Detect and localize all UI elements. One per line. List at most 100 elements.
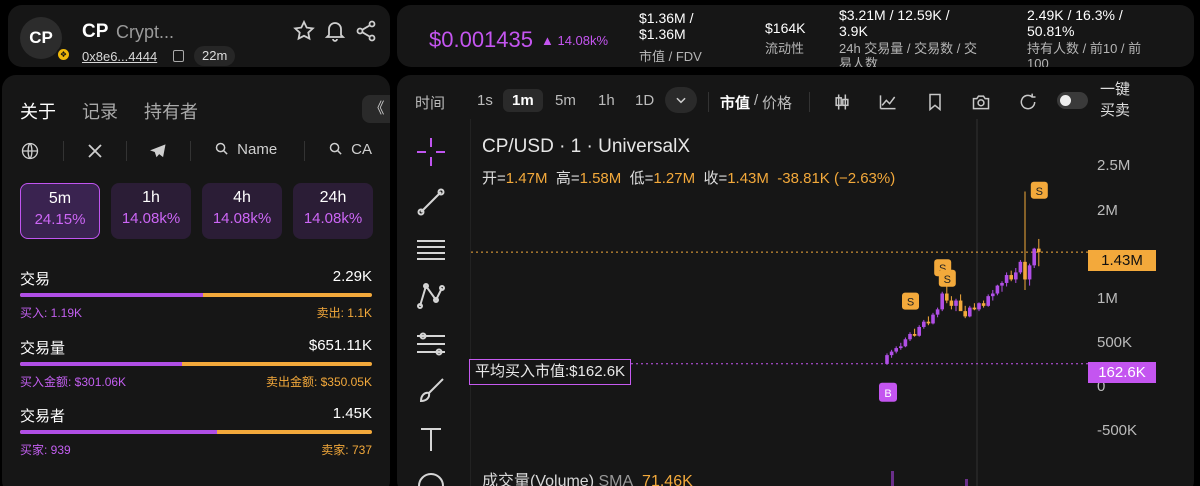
timeframe-5m[interactable]: 5m 24.15% — [20, 183, 100, 239]
liquidity-label: 流动性 — [765, 41, 805, 56]
star-icon[interactable] — [292, 19, 316, 43]
fdv-value: $1.36M — [639, 26, 686, 42]
y-tick: 2.5M — [1097, 157, 1131, 174]
text-tool-icon[interactable] — [415, 423, 447, 455]
candle-body — [995, 285, 1000, 294]
y-tick: 500K — [1097, 334, 1133, 351]
liquidity-value: $164K — [765, 20, 806, 36]
candle-body — [986, 296, 990, 306]
mcap-label: 市值 / FDV — [639, 49, 702, 64]
candle-body — [926, 321, 931, 324]
tab-about[interactable]: 关于 — [20, 98, 56, 124]
candle-body — [1014, 272, 1018, 280]
contract-address-link[interactable]: 0x8e6...4444 — [82, 49, 157, 64]
candle-body — [981, 303, 986, 306]
chart-panel: 时间 1s 1m 5m 1h 1D 市值 / 价格 一键买卖 CP/USD · … — [397, 75, 1194, 486]
candle-body — [977, 303, 981, 310]
timeframe-change: 24.15% — [34, 211, 86, 228]
refresh-icon[interactable] — [1018, 92, 1038, 112]
horizontal-lines-icon[interactable] — [415, 233, 447, 265]
candle-body — [949, 300, 954, 306]
bell-icon[interactable] — [323, 19, 347, 43]
tab-trades[interactable]: 记录 — [82, 98, 118, 124]
avg-buy-label: 平均买入市值:$162.6K — [469, 359, 632, 385]
candle-body — [945, 293, 949, 301]
candle-body — [1009, 275, 1013, 280]
candle-body — [1037, 248, 1041, 253]
candle-type-icon[interactable] — [832, 92, 852, 112]
timeframe-label: 24h — [319, 189, 347, 206]
current-price: $0.001435 — [429, 27, 533, 52]
token-header: CP ❖ CP Crypt... 0x8e6...4444 22m — [8, 5, 390, 67]
collapse-panel-button[interactable]: 《 — [362, 95, 390, 123]
globe-icon[interactable] — [20, 141, 40, 161]
mode-mcap-button[interactable]: 市值 — [720, 92, 750, 113]
divider — [304, 141, 305, 161]
timeframe-24h[interactable]: 24h 14.08k% — [293, 183, 373, 239]
timeframe-1h[interactable]: 1h 14.08k% — [111, 183, 191, 239]
tab-holders[interactable]: 持有者 — [144, 98, 198, 124]
pattern-icon[interactable] — [415, 280, 447, 312]
volume-bar — [891, 471, 894, 486]
candle-body — [963, 311, 967, 317]
volume-24h-label-2: 易人数 — [839, 56, 879, 67]
candlestick-plot[interactable]: BSSSS — [471, 119, 1194, 486]
volume-label: 交易量 — [20, 340, 66, 357]
trend-line-icon[interactable] — [415, 186, 447, 218]
search-name-button[interactable]: Name — [214, 141, 277, 158]
trades-sell: 卖出: 1.1K — [316, 306, 372, 320]
mcap-value: $1.36M / — [639, 10, 694, 26]
share-icon[interactable] — [354, 19, 378, 43]
telegram-icon[interactable] — [148, 141, 168, 161]
buy-ratio-fill — [20, 430, 218, 434]
volume-ratio-bar — [20, 362, 372, 366]
bookmark-icon[interactable] — [925, 92, 945, 112]
trades-ratio-bar — [20, 293, 372, 297]
volume-sma-value: 71.46K — [642, 473, 693, 486]
buy-marker-label: B — [884, 388, 891, 400]
chain-badge-icon: ❖ — [56, 47, 71, 62]
volume-sell: 卖出金额: $350.05K — [265, 375, 372, 389]
camera-icon[interactable] — [971, 92, 991, 112]
interval-1h[interactable]: 1h — [598, 92, 615, 109]
candle-body — [908, 334, 912, 340]
search-icon — [329, 142, 342, 155]
trades-label: 交易 — [20, 271, 51, 288]
brush-icon[interactable] — [415, 375, 447, 407]
indicators-icon[interactable] — [878, 92, 898, 112]
x-twitter-icon[interactable] — [86, 142, 104, 160]
mode-price-button[interactable]: 价格 — [762, 92, 792, 113]
search-ca-button[interactable]: CA — [328, 141, 372, 158]
interval-1s[interactable]: 1s — [477, 92, 493, 109]
buy-ratio-fill — [20, 362, 182, 366]
holders-value-2: 50.81% — [1027, 23, 1075, 39]
traders-buy: 买家: 939 — [20, 443, 71, 457]
emoji-icon[interactable] — [415, 470, 447, 486]
candle-body — [1000, 282, 1004, 286]
traders-ratio-bar — [20, 430, 372, 434]
copy-icon[interactable] — [173, 50, 184, 62]
timeframe-label: 4h — [233, 189, 251, 206]
y-tick: 2M — [1097, 202, 1118, 219]
fibonacci-icon[interactable] — [415, 328, 447, 360]
interval-5m[interactable]: 5m — [555, 92, 576, 109]
crosshair-icon[interactable] — [415, 136, 447, 168]
holders-label: 持有人数 / 前10 / 前 — [1027, 41, 1142, 56]
candle-body — [903, 339, 908, 347]
interval-1m[interactable]: 1m — [503, 89, 543, 112]
interval-1d[interactable]: 1D — [635, 92, 654, 109]
candle-body — [968, 307, 972, 317]
search-icon — [215, 142, 228, 155]
sell-marker-label: S — [944, 274, 951, 286]
sell-marker-label: S — [907, 297, 914, 309]
candle-body — [899, 346, 903, 349]
volume-24h-label: 24h 交易量 / 交易数 / 交 — [839, 41, 977, 56]
divider — [708, 92, 709, 112]
buy-ratio-fill — [20, 293, 204, 297]
traders-sell: 卖家: 737 — [321, 443, 372, 457]
timeframe-change: 14.08k% — [303, 210, 363, 227]
one-click-buy-toggle[interactable] — [1057, 92, 1088, 109]
more-intervals-button[interactable] — [665, 87, 697, 113]
timeframe-4h[interactable]: 4h 14.08k% — [202, 183, 282, 239]
divider — [63, 141, 64, 161]
